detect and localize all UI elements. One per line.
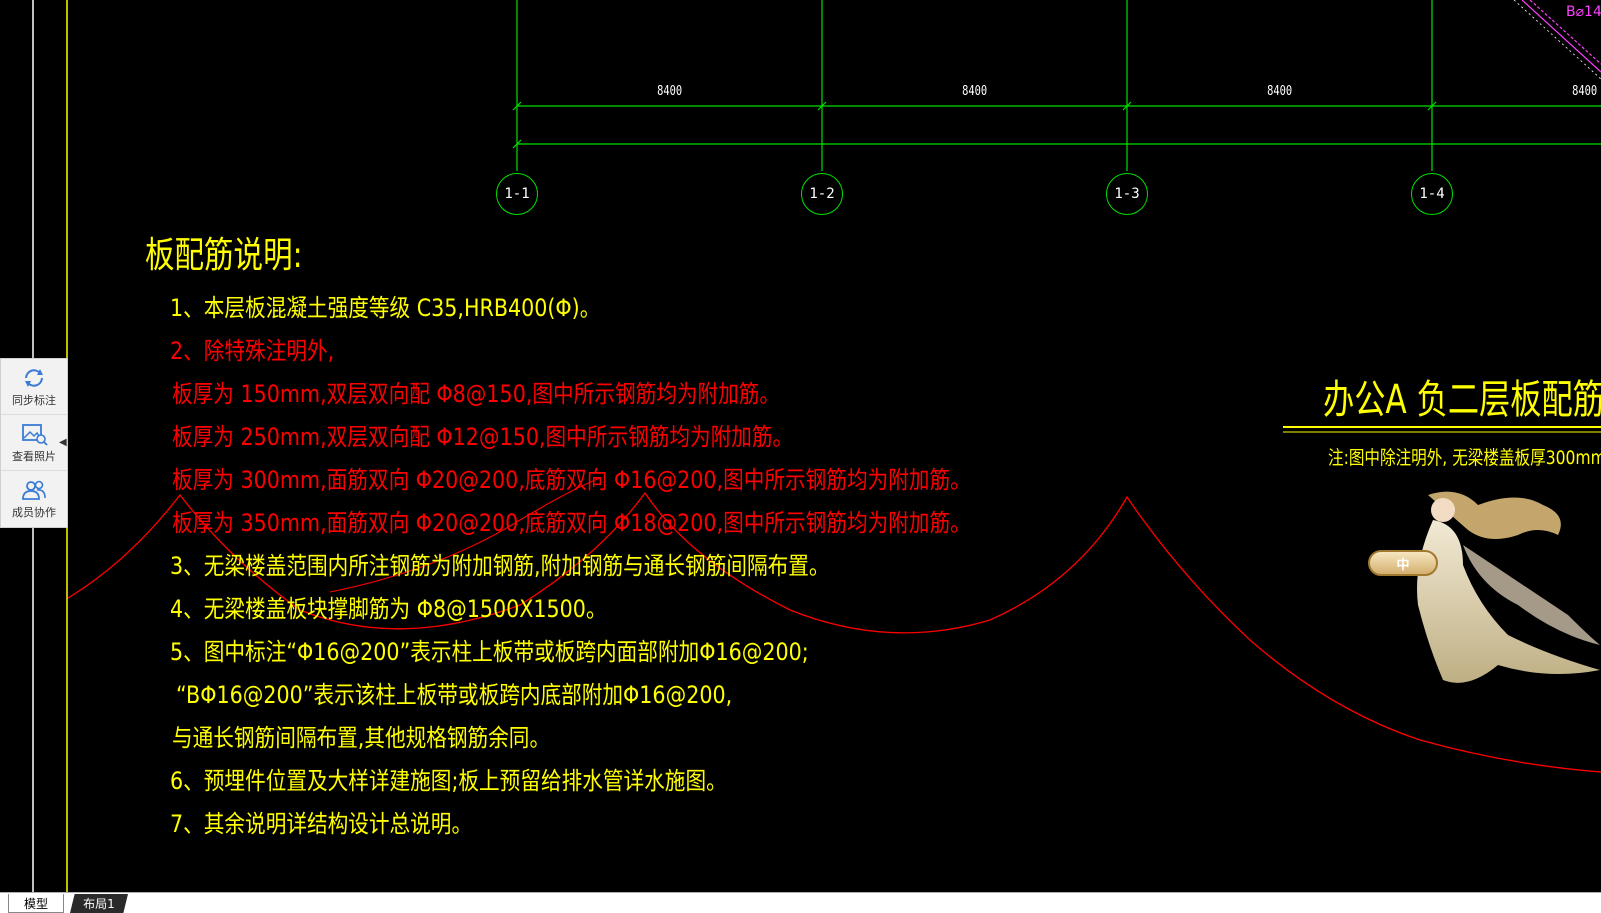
- member-collaboration-label: 成员协作: [12, 506, 56, 519]
- view-photos-label: 查看照片: [12, 449, 56, 463]
- note-line: 板厚为 150mm,双层双向配 Φ8@150,图中所示钢筋均为附加筋。: [172, 380, 781, 408]
- note-line: 板厚为 350mm,面筋双向 Φ20@200,底筋双向 Φ18@200,图中所示…: [172, 509, 971, 537]
- note-line: “BΦ16@200”表示该柱上板带或板跨内底部附加Φ16@200,: [176, 681, 733, 709]
- mascot-head: [1431, 498, 1455, 522]
- sync-annotation-label: 同步标注: [12, 393, 56, 407]
- sync-icon: [25, 368, 43, 387]
- collapse-panel-arrow-icon[interactable]: ◀: [59, 437, 67, 448]
- grid-label-1-1: 1-1: [496, 173, 538, 215]
- note-line: 板厚为 300mm,面筋双向 Φ20@200,底筋双向 Φ16@200,图中所示…: [172, 466, 971, 494]
- member-collaboration-button[interactable]: 成员协作: [1, 471, 67, 527]
- grid-label-1-4: 1-4: [1411, 173, 1453, 215]
- dimension-text: 8400: [657, 84, 683, 99]
- tab-layout1[interactable]: 布局1: [70, 894, 128, 913]
- sheet-title: 办公A 负二层板配筋图: [1323, 377, 1601, 423]
- note-line: 4、无梁楼盖板块撑脚筋为 Φ8@1500X1500。: [170, 595, 607, 623]
- note-line: 3、无梁楼盖范围内所注钢筋为附加钢筋,附加钢筋与通长钢筋间隔布置。: [170, 552, 830, 580]
- sync-annotation-button[interactable]: 同步标注: [1, 359, 67, 415]
- photo-search-icon: [22, 423, 48, 446]
- dimension-text: 8400: [1572, 84, 1598, 99]
- dimension-text: 8400: [962, 84, 988, 99]
- dimension-text: 8400: [1267, 84, 1293, 99]
- note-line: 与通长钢筋间隔布置,其他规格钢筋余同。: [172, 724, 551, 752]
- view-photos-button[interactable]: 查看照片: [1, 415, 67, 471]
- note-line: 1、本层板混凝土强度等级 C35,HRB400(Φ)。: [170, 294, 601, 322]
- tab-model[interactable]: 模型: [8, 894, 64, 913]
- mascot-pill-button[interactable]: 中: [1368, 550, 1438, 576]
- members-icon: [22, 480, 46, 500]
- mascot-gown: [1417, 520, 1600, 683]
- note-line: 2、除特殊注明外,: [170, 337, 335, 365]
- grid-label-1-3: 1-3: [1106, 173, 1148, 215]
- note-line: 板厚为 250mm,双层双向配 Φ12@150,图中所示钢筋均为附加筋。: [172, 423, 794, 451]
- sheet-note: 注:图中除注明外, 无梁楼盖板厚300mm。: [1328, 447, 1601, 469]
- note-line: 5、图中标注“Φ16@200”表示柱上板带或板跨内面部附加Φ16@200;: [170, 638, 809, 666]
- floating-toolbar: 同步标注 查看照片 成员协作: [0, 358, 68, 528]
- note-line: 6、预埋件位置及大样详建施图;板上预留给排水管详水施图。: [170, 767, 727, 795]
- layout-tab-bar: 模型 布局1: [0, 892, 1601, 913]
- mascot-pill-text: 中: [1396, 557, 1410, 573]
- rebar-annotation-tag: B⌀14@: [1566, 4, 1601, 20]
- notes-title: 板配筋说明:: [145, 235, 303, 276]
- note-line: 7、其余说明详结构设计总说明。: [170, 810, 473, 838]
- mascot-character-image[interactable]: [1368, 485, 1600, 695]
- grid-label-1-2: 1-2: [801, 173, 843, 215]
